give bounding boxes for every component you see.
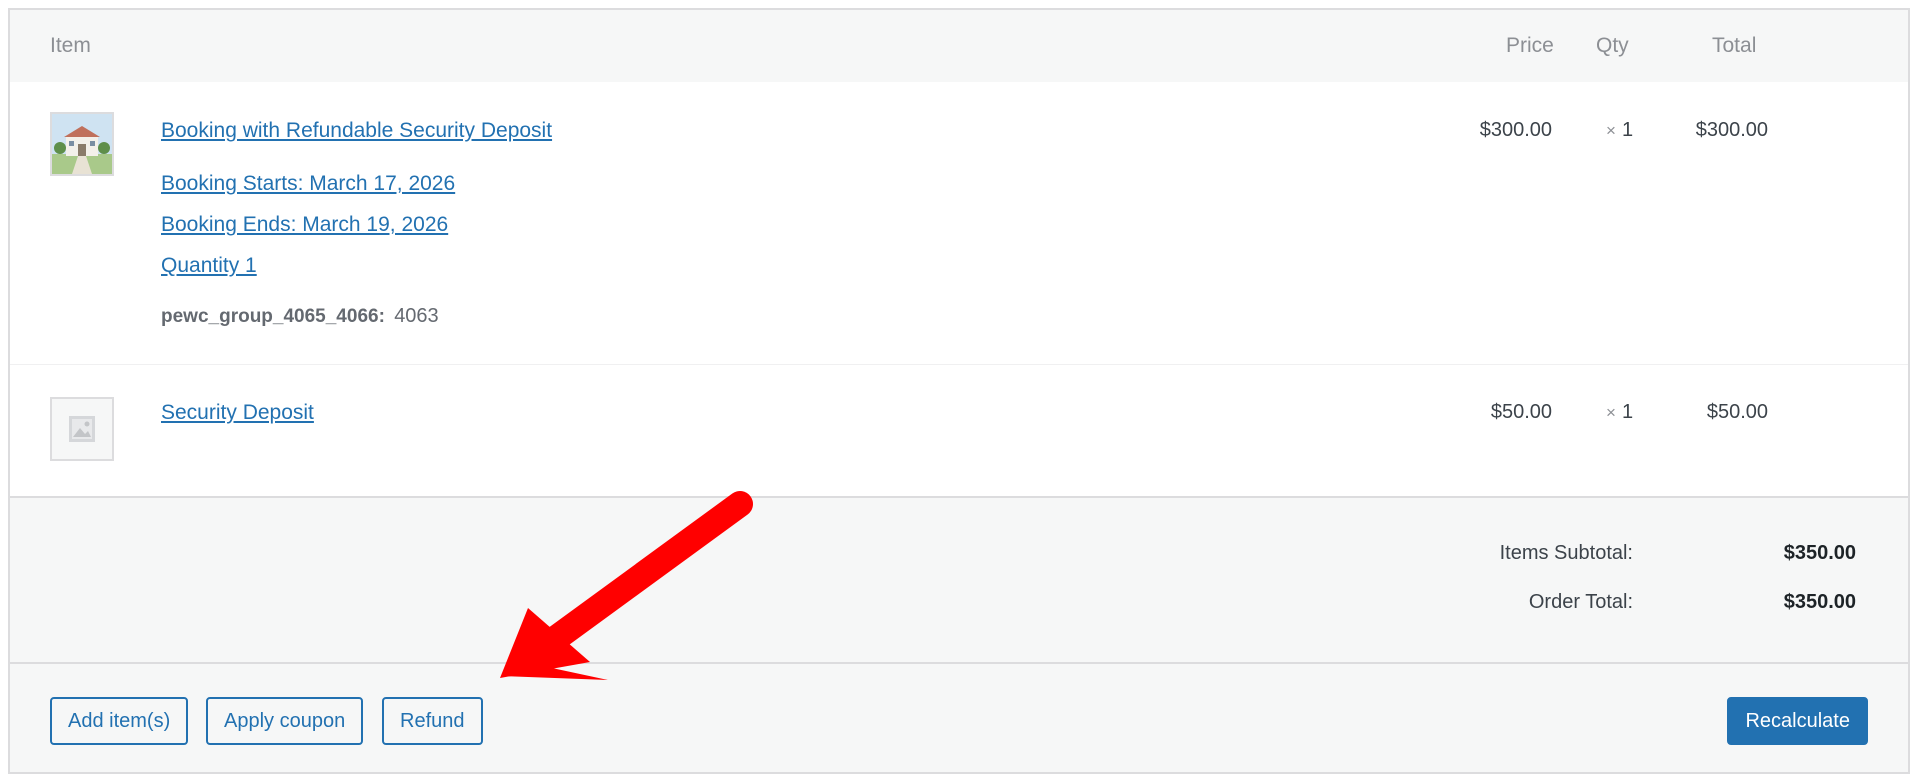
order-total-label: Order Total: <box>1528 591 1633 613</box>
quantity-link[interactable]: Quantity 1 <box>161 254 257 278</box>
order-totals: Items Subtotal: $350.00 Order Total: $35… <box>10 498 1908 665</box>
item-qty: × 1 <box>1606 401 1633 424</box>
item-price: $50.00 <box>1490 401 1552 423</box>
villa-image-icon <box>52 114 112 174</box>
multiply-icon: × <box>1606 403 1616 422</box>
product-thumbnail[interactable] <box>50 112 114 176</box>
refund-button[interactable]: Refund <box>382 697 483 745</box>
order-item-row: Booking with Refundable Security Deposit… <box>10 82 1908 365</box>
items-table-header: Item Price Qty Total <box>10 10 1908 82</box>
items-subtotal-value: $350.00 <box>1783 542 1856 564</box>
column-header-item[interactable]: Item <box>50 34 91 58</box>
booking-ends-link[interactable]: Booking Ends: March 19, 2026 <box>161 213 448 237</box>
item-total: $50.00 <box>1706 401 1768 423</box>
item-price: $300.00 <box>1479 119 1552 141</box>
qty-value: 1 <box>1621 401 1634 423</box>
meta-key-label: pewc_group_4065_4066: <box>161 306 385 327</box>
qty-value: 1 <box>1621 119 1634 141</box>
order-items-panel: Item Price Qty Total Booking with Refund… <box>8 8 1910 774</box>
placeholder-image-icon <box>69 416 95 442</box>
product-link-booking[interactable]: Booking with Refundable Security Deposit <box>161 119 552 143</box>
order-actions-bar: Add item(s) Apply coupon Refund Recalcul… <box>10 662 1908 772</box>
multiply-icon: × <box>1606 121 1616 140</box>
column-header-total[interactable]: Total <box>1712 34 1756 58</box>
order-item-row: Security Deposit $50.00 × 1 $50.00 <box>10 365 1908 496</box>
recalculate-button[interactable]: Recalculate <box>1727 697 1868 745</box>
item-qty: × 1 <box>1606 119 1633 142</box>
meta-value: 4063 <box>394 305 439 327</box>
apply-coupon-button[interactable]: Apply coupon <box>206 697 364 745</box>
booking-starts-link[interactable]: Booking Starts: March 17, 2026 <box>161 172 455 196</box>
order-items-list: Booking with Refundable Security Deposit… <box>10 82 1908 498</box>
item-total: $300.00 <box>1695 119 1768 141</box>
order-total-value: $350.00 <box>1783 591 1856 613</box>
column-header-price[interactable]: Price <box>1506 34 1554 58</box>
items-subtotal-label: Items Subtotal: <box>1499 542 1633 564</box>
add-items-button[interactable]: Add item(s) <box>50 697 189 745</box>
column-header-qty[interactable]: Qty <box>1596 34 1629 58</box>
product-link-security-deposit[interactable]: Security Deposit <box>161 401 314 425</box>
item-meta: pewc_group_4065_4066: 4063 <box>161 305 439 328</box>
product-thumbnail[interactable] <box>50 397 114 461</box>
